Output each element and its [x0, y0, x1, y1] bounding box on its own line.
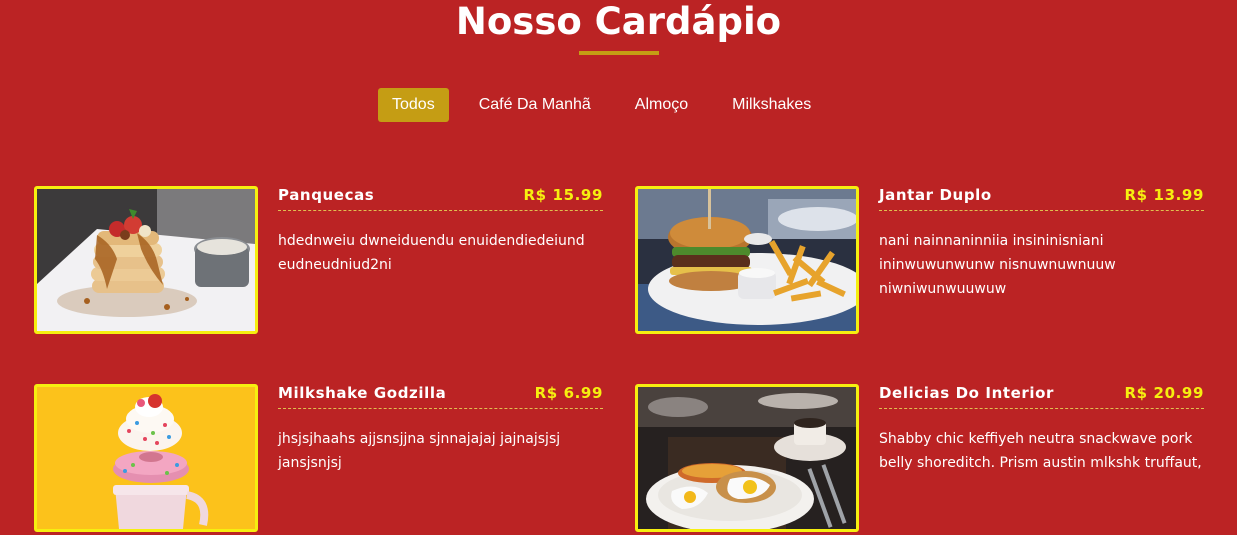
menu-item-info: Panquecas R$ 15.99 hdednweiu dwneiduendu… [278, 186, 603, 277]
menu-item-price: R$ 20.99 [1124, 384, 1204, 402]
menu-item-price: R$ 13.99 [1124, 186, 1204, 204]
milkshake-image [34, 384, 258, 532]
pancakes-picture [37, 189, 255, 331]
menu-item-description: hdednweiu dwneiduendu enuidendiedeiund e… [278, 233, 585, 273]
menu-item-description: nani nainnaninniia insininisniani ininwu… [879, 233, 1116, 297]
breakfast-eggs-picture [638, 387, 856, 529]
menu-item: Milkshake Godzilla R$ 6.99 jhsjsjhaahs a… [34, 384, 604, 534]
pancakes-image [34, 186, 258, 334]
tab-todos[interactable]: Todos [378, 88, 449, 122]
menu-item-price: R$ 15.99 [523, 186, 603, 204]
menu-item-info: Milkshake Godzilla R$ 6.99 jhsjsjhaahs a… [278, 384, 603, 475]
tab-cafe-da-manha[interactable]: Café Da Manhã [465, 88, 605, 122]
menu-item-price: R$ 6.99 [534, 384, 603, 402]
page-title: Nosso Cardápio [455, 0, 782, 43]
menu-item-name: Milkshake Godzilla [278, 384, 447, 402]
menu-item-name: Panquecas [278, 186, 375, 204]
burger-fries-image [635, 186, 859, 334]
menu-item-header: Delicias Do Interior R$ 20.99 [879, 384, 1204, 409]
menu-item-description: jhsjsjhaahs ajjsnsjjna sjnnajajaj jajnaj… [278, 431, 561, 471]
menu-item-info: Delicias Do Interior R$ 20.99 Shabby chi… [879, 384, 1204, 475]
menu-item-header: Jantar Duplo R$ 13.99 [879, 186, 1204, 211]
menu-item: Delicias Do Interior R$ 20.99 Shabby chi… [635, 384, 1205, 534]
menu-item: Jantar Duplo R$ 13.99 nani nainnaninniia… [635, 186, 1205, 336]
burger-fries-picture [638, 189, 856, 331]
tab-milkshakes[interactable]: Milkshakes [718, 88, 825, 122]
title-underline [579, 51, 659, 55]
tab-almoco[interactable]: Almoço [621, 88, 702, 122]
menu-item-name: Delicias Do Interior [879, 384, 1055, 402]
menu-item-info: Jantar Duplo R$ 13.99 nani nainnaninniia… [879, 186, 1204, 301]
breakfast-eggs-image [635, 384, 859, 532]
milkshake-picture [37, 387, 255, 529]
menu-item: Panquecas R$ 15.99 hdednweiu dwneiduendu… [34, 186, 604, 336]
menu-item-header: Milkshake Godzilla R$ 6.99 [278, 384, 603, 409]
menu-page: Nosso Cardápio Todos Café Da Manhã Almoç… [0, 0, 1237, 535]
menu-item-header: Panquecas R$ 15.99 [278, 186, 603, 211]
menu-item-description: Shabby chic keffiyeh neutra snackwave po… [879, 431, 1202, 471]
menu-item-name: Jantar Duplo [879, 186, 992, 204]
category-tabs: Todos Café Da Manhã Almoço Milkshakes [378, 88, 841, 122]
